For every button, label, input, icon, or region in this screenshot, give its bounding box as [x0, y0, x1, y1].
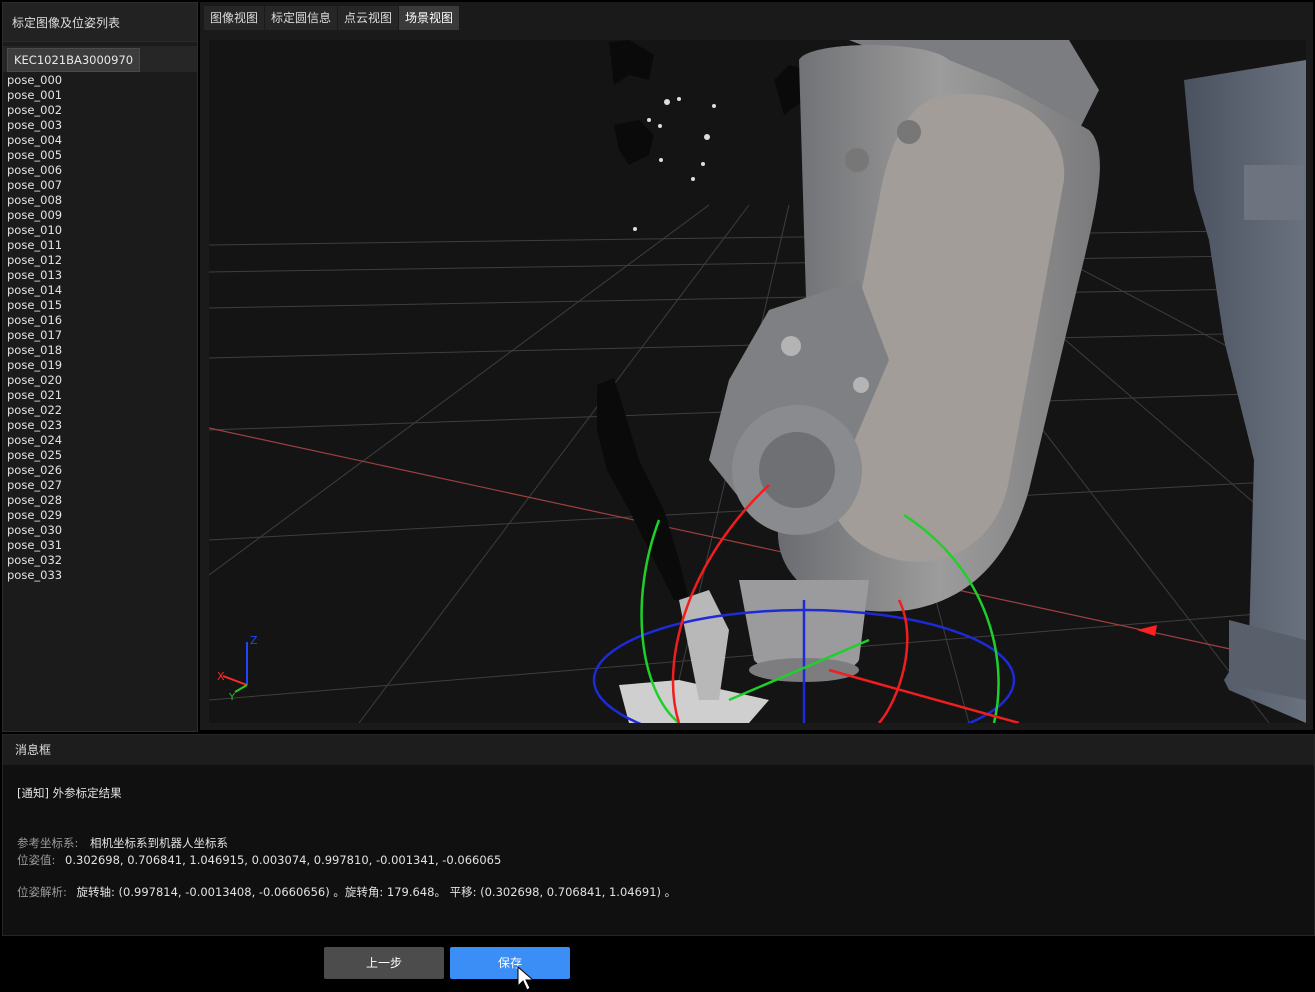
- pose-list-item[interactable]: pose_017: [3, 328, 197, 343]
- device-row: KEC1021BA3000970: [3, 46, 197, 72]
- view-tabs: 图像视图 标定圆信息 点云视图 场景视图: [204, 6, 460, 30]
- pose-list-item[interactable]: pose_021: [3, 388, 197, 403]
- pose-list-item[interactable]: pose_020: [3, 373, 197, 388]
- pose-list-item[interactable]: pose_029: [3, 508, 197, 523]
- mouse-cursor-icon: [517, 966, 535, 991]
- pose-list-item[interactable]: pose_009: [3, 208, 197, 223]
- pose-list-item[interactable]: pose_030: [3, 523, 197, 538]
- pose-list-item[interactable]: pose_005: [3, 148, 197, 163]
- scene-canvas: Z X Y: [209, 40, 1306, 723]
- pose-list-item[interactable]: pose_013: [3, 268, 197, 283]
- robot-arm: [709, 40, 1100, 682]
- previous-step-button[interactable]: 上一步: [324, 947, 444, 979]
- tab-scene-view[interactable]: 场景视图: [399, 6, 460, 30]
- tab-circle-info[interactable]: 标定圆信息: [265, 6, 338, 30]
- pose-list-item[interactable]: pose_002: [3, 103, 197, 118]
- scene-viewport[interactable]: Z X Y: [209, 40, 1306, 723]
- pose-list-item[interactable]: pose_019: [3, 358, 197, 373]
- tab-image-view[interactable]: 图像视图: [204, 6, 265, 30]
- pose-list-item[interactable]: pose_001: [3, 88, 197, 103]
- pose-list-item[interactable]: pose_018: [3, 343, 197, 358]
- message-box-title: 消息框: [3, 735, 1314, 765]
- notice-line: [通知] 外参标定结果: [17, 786, 122, 800]
- pose-list-item[interactable]: pose_016: [3, 313, 197, 328]
- pose-list-item[interactable]: pose_031: [3, 538, 197, 553]
- pose-list-item[interactable]: pose_025: [3, 448, 197, 463]
- pose-list-item[interactable]: pose_015: [3, 298, 197, 313]
- pose-list-item[interactable]: pose_007: [3, 178, 197, 193]
- pose-list-item[interactable]: pose_004: [3, 133, 197, 148]
- axis-y-label: Y: [228, 692, 236, 703]
- tab-pointcloud-view[interactable]: 点云视图: [338, 6, 399, 30]
- pose-list-item[interactable]: pose_012: [3, 253, 197, 268]
- save-button[interactable]: 保存: [450, 947, 570, 979]
- ref-frame-label: 参考坐标系:: [17, 836, 79, 850]
- robot-base: [1184, 60, 1306, 723]
- pose-list-item[interactable]: pose_033: [3, 568, 197, 583]
- pose-list-item[interactable]: pose_023: [3, 418, 197, 433]
- world-x-axis-arrow: [1137, 625, 1157, 636]
- pose-list-item[interactable]: pose_022: [3, 403, 197, 418]
- pose-list: pose_000 pose_001 pose_002 pose_003 pose_004…: [3, 73, 197, 583]
- pose-analysis-label: 位姿解析:: [17, 885, 67, 899]
- view-panel: 图像视图 标定圆信息 点云视图 场景视图 Z X Y: [200, 2, 1313, 730]
- ref-frame-line: 参考坐标系: 相机坐标系到机器人坐标系: [17, 835, 228, 851]
- pose-list-item[interactable]: pose_032: [3, 553, 197, 568]
- pose-list-item[interactable]: pose_003: [3, 118, 197, 133]
- axis-z-label: Z: [250, 634, 258, 647]
- pose-list-item[interactable]: pose_011: [3, 238, 197, 253]
- pose-list-item[interactable]: pose_008: [3, 193, 197, 208]
- pose-analysis-line: 位姿解析: 旋转轴: (0.997814, -0.0013408, -0.066…: [17, 884, 676, 900]
- ref-frame-value: 相机坐标系到机器人坐标系: [90, 836, 229, 850]
- pose-value-line: 位姿值: 0.302698, 0.706841, 1.046915, 0.003…: [17, 852, 501, 868]
- pose-list-item[interactable]: pose_000: [3, 73, 197, 88]
- axis-gizmo: Z X Y: [217, 634, 258, 703]
- pose-list-item[interactable]: pose_028: [3, 493, 197, 508]
- pose-value-label: 位姿值:: [17, 853, 56, 867]
- pose-analysis-value: 旋转轴: (0.997814, -0.0013408, -0.0660656) …: [76, 885, 677, 899]
- pose-value: 0.302698, 0.706841, 1.046915, 0.003074, …: [65, 853, 502, 867]
- message-box: 消息框 [通知] 外参标定结果 参考坐标系: 相机坐标系到机器人坐标系 位姿值:…: [2, 734, 1315, 936]
- pose-list-item[interactable]: pose_024: [3, 433, 197, 448]
- point-cloud-highlights: [633, 97, 716, 231]
- pose-list-title: 标定图像及位姿列表: [3, 3, 197, 42]
- pose-list-item[interactable]: pose_010: [3, 223, 197, 238]
- pose-list-item[interactable]: pose_006: [3, 163, 197, 178]
- device-id-item[interactable]: KEC1021BA3000970: [7, 48, 141, 72]
- pose-list-item[interactable]: pose_014: [3, 283, 197, 298]
- pose-list-item[interactable]: pose_027: [3, 478, 197, 493]
- pose-list-item[interactable]: pose_026: [3, 463, 197, 478]
- pose-list-panel: 标定图像及位姿列表 KEC1021BA3000970 pose_000 pose_…: [2, 2, 198, 732]
- axis-x-label: X: [217, 670, 225, 683]
